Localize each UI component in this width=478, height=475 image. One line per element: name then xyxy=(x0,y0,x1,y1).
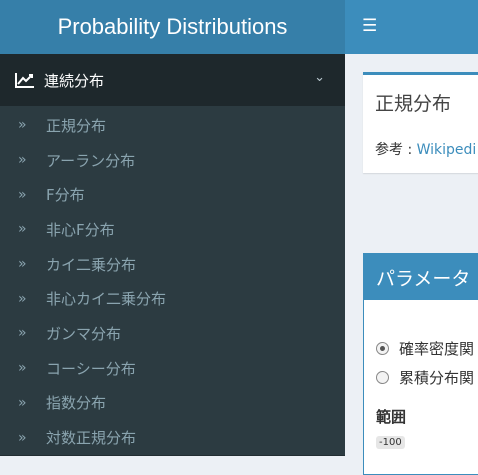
sidebar-item[interactable]: » 非心F分布 xyxy=(0,212,345,247)
range-label: 範囲 xyxy=(376,408,407,426)
main-content: 正規分布 参考 : Wikipedi パラメータ 確率密度関 累積分布関 範囲 … xyxy=(345,54,478,475)
line-chart-icon xyxy=(15,73,34,88)
sidebar-item[interactable]: » 正規分布 xyxy=(0,108,345,143)
double-chevron-right-icon: » xyxy=(18,394,27,411)
range-min-badge: -100 xyxy=(376,436,405,449)
hamburger-icon[interactable]: ☰ xyxy=(362,16,377,36)
sidebar-item[interactable]: » ガンマ分布 xyxy=(0,316,345,351)
double-chevron-right-icon: » xyxy=(18,256,27,273)
sidebar-item[interactable]: » F分布 xyxy=(0,177,345,212)
radio-pdf[interactable]: 確率密度関 xyxy=(376,338,474,359)
sidebar-item-label: コーシー分布 xyxy=(46,359,136,378)
sidebar-item-label: カイ二乗分布 xyxy=(46,255,137,274)
double-chevron-right-icon: » xyxy=(18,290,27,307)
sidebar-item-label: アーラン分布 xyxy=(46,151,136,170)
sidebar-item[interactable]: » 対数正規分布 xyxy=(0,420,345,455)
parameter-box-title: パラメータ xyxy=(364,254,478,300)
sidebar-item-label: 非心カイ二乗分布 xyxy=(46,290,167,309)
app-title-text: Probability Distributions xyxy=(57,14,288,39)
sidebar-section-label: 連続分布 xyxy=(44,71,105,90)
reference-line: 参考 : Wikipedi xyxy=(375,139,476,159)
info-box-title: 正規分布 xyxy=(375,93,452,115)
sidebar-item[interactable]: » 非心カイ二乗分布 xyxy=(0,281,345,316)
double-chevron-right-icon: » xyxy=(18,360,27,377)
chevron-down-icon: ⌄ xyxy=(314,70,325,85)
double-chevron-right-icon: » xyxy=(18,325,27,342)
sidebar-item[interactable]: » カイ二乗分布 xyxy=(0,247,345,282)
radio-label: 累積分布関 xyxy=(399,369,475,387)
sidebar: 連続分布 ⌄ » 正規分布 » アーラン分布 » F分布 » 非心F分布 » カイ二乗分布… xyxy=(0,54,345,456)
double-chevron-right-icon: » xyxy=(18,117,27,134)
parameter-box: パラメータ 確率密度関 累積分布関 範囲 -100 xyxy=(363,253,478,475)
double-chevron-right-icon: » xyxy=(18,152,27,169)
double-chevron-right-icon: » xyxy=(18,186,27,203)
radio-button-checked[interactable] xyxy=(376,342,389,355)
radio-button[interactable] xyxy=(376,371,389,384)
sidebar-item[interactable]: » コーシー分布 xyxy=(0,351,345,386)
sidebar-item[interactable]: » アーラン分布 xyxy=(0,143,345,178)
wikipedia-link[interactable]: Wikipedi xyxy=(417,142,477,158)
sidebar-submenu: » 正規分布 » アーラン分布 » F分布 » 非心F分布 » カイ二乗分布 » 非心カイ二… xyxy=(0,106,345,455)
sidebar-section-continuous[interactable]: 連続分布 ⌄ xyxy=(0,54,345,106)
sidebar-item-label: 非心F分布 xyxy=(46,220,115,239)
app-title[interactable]: Probability Distributions xyxy=(0,0,345,54)
info-box: 正規分布 参考 : Wikipedi xyxy=(363,72,478,173)
sidebar-item-label: 対数正規分布 xyxy=(46,429,137,448)
double-chevron-right-icon: » xyxy=(18,221,27,238)
top-navbar: ☰ xyxy=(345,0,478,54)
reference-prefix: 参考 : xyxy=(375,142,417,158)
radio-cdf[interactable]: 累積分布関 xyxy=(376,367,474,388)
sidebar-item-label: 正規分布 xyxy=(46,116,107,135)
sidebar-item-label: 指数分布 xyxy=(46,394,107,413)
sidebar-item[interactable]: » 指数分布 xyxy=(0,386,345,421)
radio-label: 確率密度関 xyxy=(399,340,475,358)
sidebar-item-label: F分布 xyxy=(46,186,85,205)
double-chevron-right-icon: » xyxy=(18,429,27,446)
sidebar-item-label: ガンマ分布 xyxy=(46,324,122,343)
